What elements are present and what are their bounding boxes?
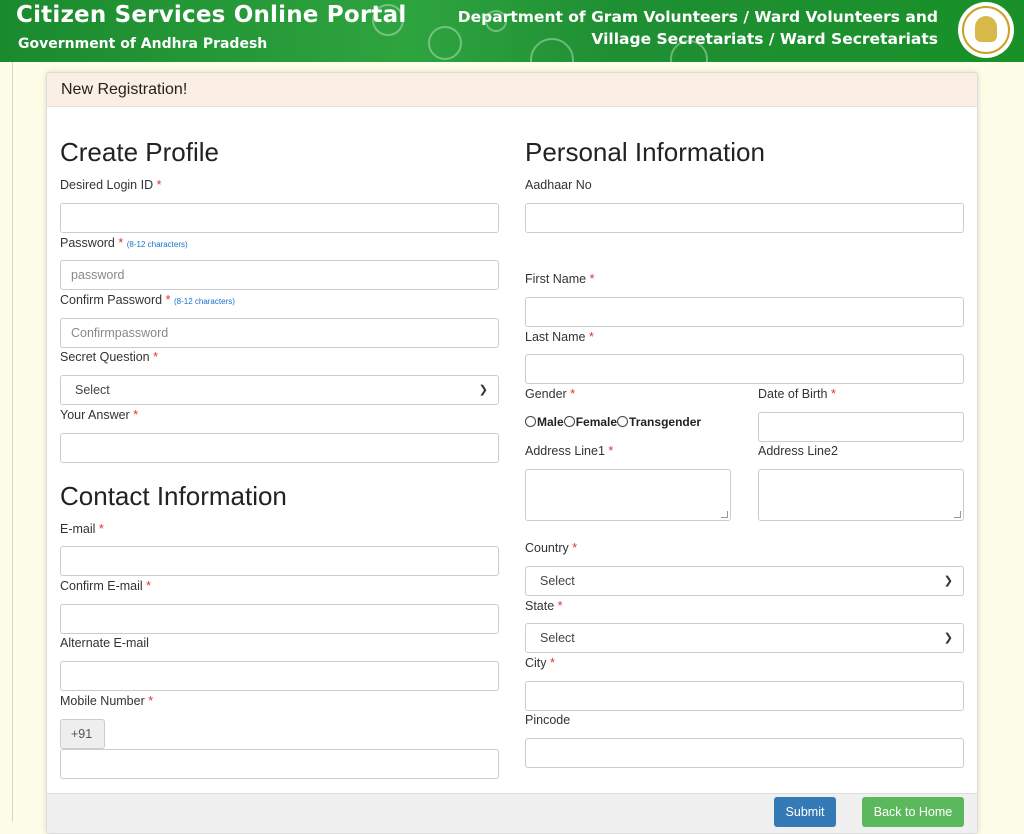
portal-subtitle: Government of Andhra Pradesh xyxy=(18,36,268,52)
panel-heading: New Registration! xyxy=(47,73,977,107)
password-label: Password * (8-12 characters) xyxy=(60,236,188,250)
page-divider xyxy=(12,62,13,822)
gender-radio-group: Male Female Transgender xyxy=(525,415,701,429)
radio-icon xyxy=(525,416,536,427)
secret-question-select[interactable]: Select ❯ xyxy=(60,375,499,405)
address-line2-label: Address Line2 xyxy=(758,444,838,458)
aadhaar-label: Aadhaar No xyxy=(525,178,592,192)
confirm-password-label: Confirm Password * (8-12 characters) xyxy=(60,293,235,307)
address-line1-label: Address Line1 * xyxy=(525,444,614,458)
secret-question-label: Secret Question * xyxy=(60,350,158,364)
contact-info-heading: Contact Information xyxy=(60,481,287,511)
mobile-label: Mobile Number * xyxy=(60,694,154,708)
back-to-home-button[interactable]: Back to Home xyxy=(862,797,964,827)
government-emblem-icon xyxy=(958,2,1014,58)
panel-title: New Registration! xyxy=(61,81,188,98)
email-label: E-mail * xyxy=(60,522,104,536)
country-select[interactable]: Select ❯ xyxy=(525,566,964,596)
department-line-2: Village Secretariats / Ward Secretariats xyxy=(591,30,938,48)
confirm-password-input[interactable]: Confirmpassword xyxy=(60,318,499,348)
first-name-label: First Name * xyxy=(525,272,595,286)
state-select[interactable]: Select ❯ xyxy=(525,623,964,653)
answer-label: Your Answer * xyxy=(60,408,139,422)
gender-label: Gender * xyxy=(525,387,576,401)
login-id-input[interactable] xyxy=(60,203,499,233)
answer-input[interactable] xyxy=(60,433,499,463)
radio-icon xyxy=(563,416,575,427)
chevron-down-icon: ❯ xyxy=(478,384,488,396)
create-profile-heading: Create Profile xyxy=(60,137,219,167)
city-input[interactable] xyxy=(525,681,964,711)
submit-button[interactable]: Submit xyxy=(774,797,836,827)
email-input[interactable] xyxy=(60,546,499,576)
confirm-email-label: Confirm E-mail * xyxy=(60,579,152,593)
radio-icon xyxy=(617,416,629,427)
department-line-1: Department of Gram Volunteers / Ward Vol… xyxy=(457,8,938,26)
dob-input[interactable] xyxy=(758,412,964,442)
pincode-input[interactable] xyxy=(525,738,964,768)
chevron-down-icon: ❯ xyxy=(943,575,953,587)
pincode-label: Pincode xyxy=(525,713,571,727)
country-label: Country * xyxy=(525,541,578,555)
decorative-circle xyxy=(428,26,462,60)
registration-panel: New Registration! Create Profile Desired… xyxy=(46,72,978,834)
gender-option-female[interactable]: Female xyxy=(563,415,617,429)
aadhaar-input[interactable] xyxy=(525,203,964,233)
last-name-input[interactable] xyxy=(525,354,964,384)
address-line1-textarea[interactable] xyxy=(525,469,731,521)
first-name-input[interactable] xyxy=(525,297,964,327)
personal-info-heading: Personal Information xyxy=(525,137,765,167)
gender-option-transgender[interactable]: Transgender xyxy=(617,415,701,429)
dob-label: Date of Birth * xyxy=(758,387,836,401)
password-input[interactable]: password xyxy=(60,260,499,290)
login-id-label: Desired Login ID * xyxy=(60,178,162,192)
decorative-circle xyxy=(530,38,574,62)
last-name-label: Last Name * xyxy=(525,330,594,344)
address-line2-textarea[interactable] xyxy=(758,469,964,521)
confirm-email-input[interactable] xyxy=(60,604,499,634)
mobile-input[interactable] xyxy=(60,749,499,779)
state-label: State * xyxy=(525,599,563,613)
alt-email-input[interactable] xyxy=(60,661,499,691)
gender-option-male[interactable]: Male xyxy=(525,415,564,429)
portal-title: Citizen Services Online Portal xyxy=(16,2,407,28)
city-label: City * xyxy=(525,656,555,670)
country-code-addon: +91 xyxy=(60,719,105,749)
alt-email-label: Alternate E-mail xyxy=(60,636,149,650)
portal-header: Citizen Services Online Portal Governmen… xyxy=(0,0,1024,62)
chevron-down-icon: ❯ xyxy=(943,632,953,644)
